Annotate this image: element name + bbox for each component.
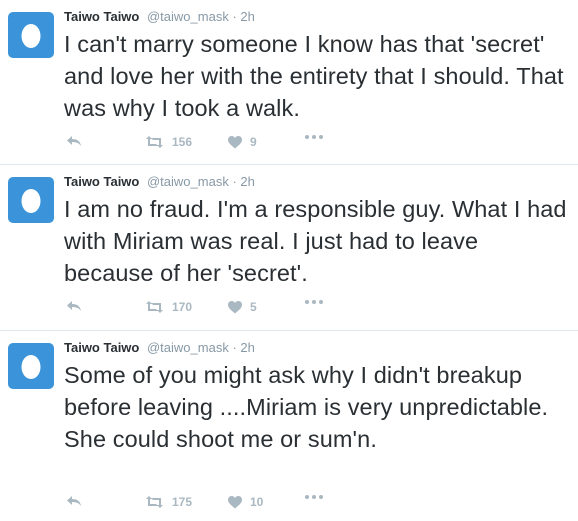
retweet-icon xyxy=(146,136,163,148)
more-button[interactable] xyxy=(305,495,323,499)
tweet-timestamp[interactable]: 2h xyxy=(240,340,254,355)
reply-button[interactable] xyxy=(66,300,82,312)
tweet-timestamp[interactable]: 2h xyxy=(240,9,254,24)
tweet-timeline: Taiwo Taiwo @taiwo_mask · 2h I can't mar… xyxy=(0,0,578,521)
heart-icon xyxy=(228,495,242,508)
tweet-actions: 170 5 xyxy=(64,300,364,320)
reply-icon xyxy=(67,301,81,311)
user-fullname[interactable]: Taiwo Taiwo xyxy=(64,174,139,189)
retweet-button[interactable]: 170 xyxy=(145,300,192,314)
heart-icon xyxy=(228,135,242,148)
like-button[interactable]: 5 xyxy=(228,300,257,314)
egg-avatar-icon[interactable] xyxy=(8,177,54,223)
tweet[interactable]: Taiwo Taiwo @taiwo_mask · 2h Some of you… xyxy=(0,331,578,521)
more-icon xyxy=(305,495,323,499)
reply-icon xyxy=(67,496,81,506)
tweet-text: Some of you might ask why I didn't break… xyxy=(64,362,549,452)
like-count: 5 xyxy=(250,300,257,314)
user-handle[interactable]: @taiwo_mask xyxy=(147,9,229,24)
separator-dot: · xyxy=(232,174,237,189)
tweet-header: Taiwo Taiwo @taiwo_mask · 2h xyxy=(64,340,255,356)
retweet-count: 156 xyxy=(172,135,193,149)
tweet-header: Taiwo Taiwo @taiwo_mask · 2h xyxy=(64,9,255,25)
tweet-text: I can't marry someone I know has that 's… xyxy=(64,31,564,121)
retweet-icon xyxy=(146,496,163,508)
heart-icon xyxy=(228,300,242,313)
separator-dot: · xyxy=(232,9,237,24)
tweet-timestamp[interactable]: 2h xyxy=(240,174,254,189)
tweet-actions: 156 9 xyxy=(64,135,364,155)
tweet-actions: 175 10 xyxy=(64,495,364,515)
more-button[interactable] xyxy=(305,135,323,139)
retweet-button[interactable]: 156 xyxy=(145,135,192,149)
reply-button[interactable] xyxy=(66,495,82,507)
egg-avatar-icon[interactable] xyxy=(8,343,54,389)
user-fullname[interactable]: Taiwo Taiwo xyxy=(64,340,139,355)
separator-dot: · xyxy=(232,340,237,355)
user-handle[interactable]: @taiwo_mask xyxy=(147,340,229,355)
like-count: 10 xyxy=(250,495,264,509)
tweet-text: I am no fraud. I'm a responsible guy. Wh… xyxy=(64,196,567,286)
reply-button[interactable] xyxy=(66,135,82,147)
like-count: 9 xyxy=(250,135,257,149)
more-button[interactable] xyxy=(305,300,323,304)
retweet-count: 170 xyxy=(172,300,193,314)
reply-icon xyxy=(67,136,81,146)
retweet-icon xyxy=(146,301,163,313)
retweet-button[interactable]: 175 xyxy=(145,495,192,509)
user-handle[interactable]: @taiwo_mask xyxy=(147,174,229,189)
like-button[interactable]: 9 xyxy=(228,135,257,149)
like-button[interactable]: 10 xyxy=(228,495,263,509)
more-icon xyxy=(305,300,323,304)
egg-avatar-icon[interactable] xyxy=(8,12,54,58)
tweet-header: Taiwo Taiwo @taiwo_mask · 2h xyxy=(64,174,255,190)
retweet-count: 175 xyxy=(172,495,193,509)
more-icon xyxy=(305,135,323,139)
user-fullname[interactable]: Taiwo Taiwo xyxy=(64,9,139,24)
